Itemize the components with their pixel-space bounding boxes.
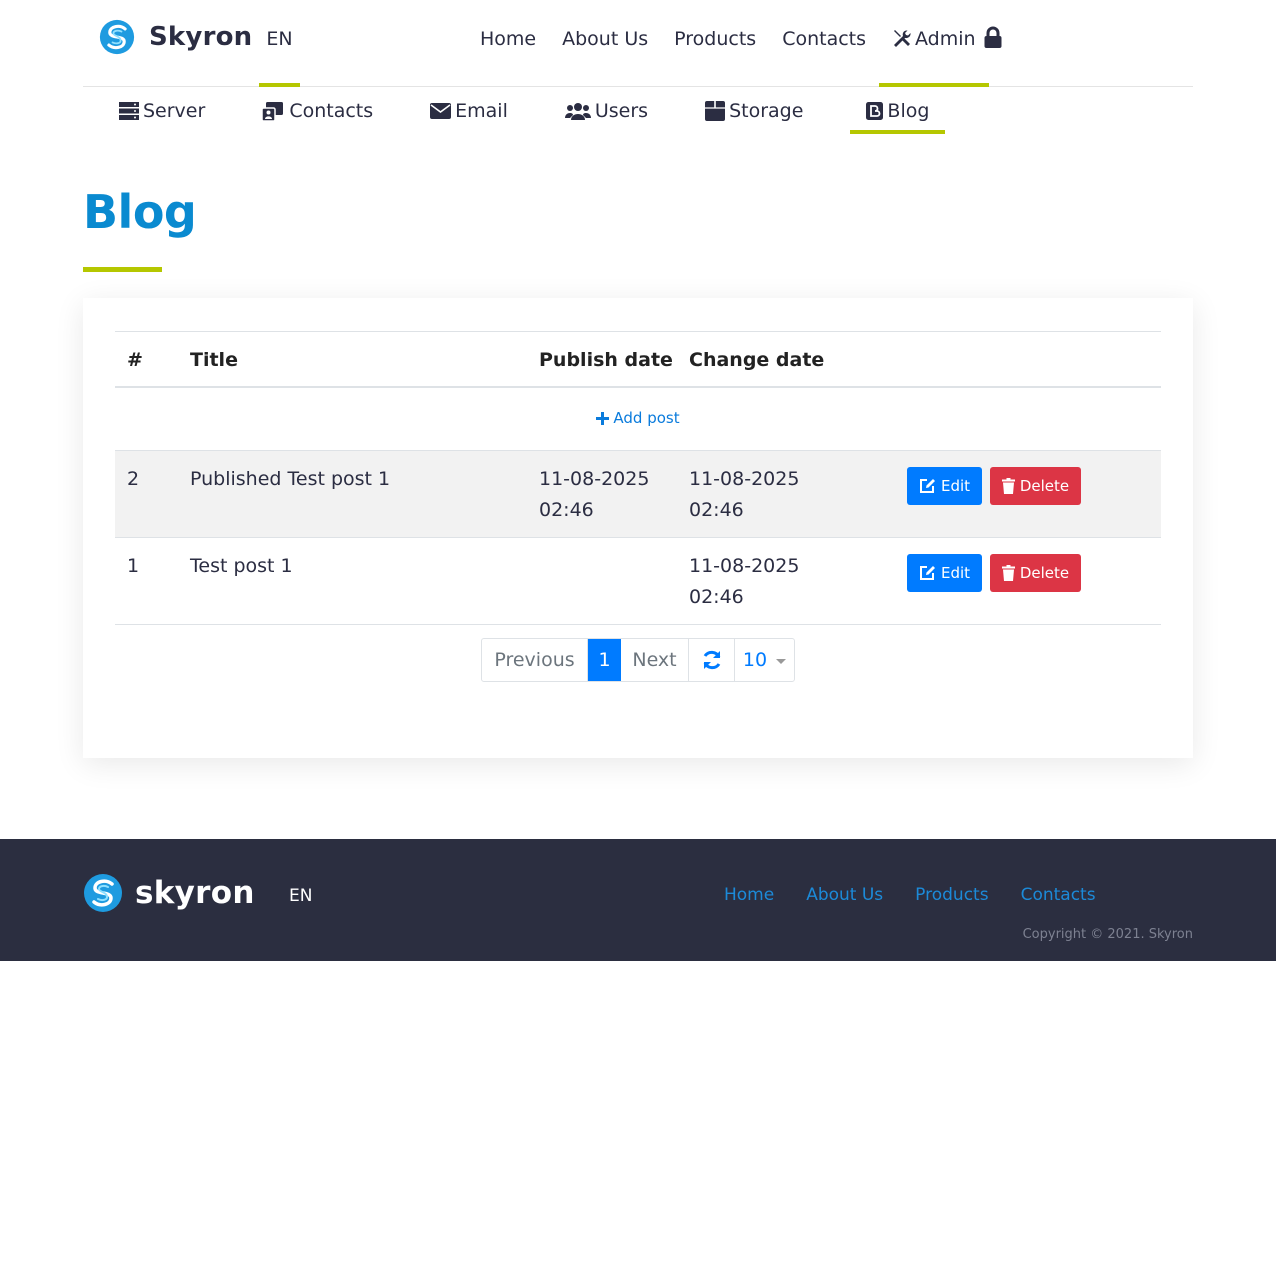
page-size-value: 10 [742,649,768,671]
caret-down-icon [776,659,787,664]
change-date-day: 11-08-2025 [689,555,800,577]
server-icon [119,102,139,120]
footer-logo[interactable]: skyron [83,873,255,913]
edit-button[interactable]: Edit [907,554,982,592]
subnav-email-label: Email [455,100,508,122]
page-size-select[interactable]: 10 [735,639,794,681]
edit-label: Edit [940,477,971,495]
subnav-contacts-label: Contacts [289,100,374,122]
subnav-users-label: Users [594,100,649,122]
row-change-date: 11-08-2025 02:46 [689,464,799,526]
blog-card: # Title Publish date Change date Add pos… [83,298,1193,758]
row-id: 2 [127,468,140,490]
brand-name: Skyron [149,22,253,52]
copyright: Copyright © 2021. Skyron [1022,927,1193,942]
nav-admin-label: Admin [915,28,976,50]
skyron-logo-icon [99,19,135,55]
pagination: Previous 1 Next 10 [481,638,795,682]
footer-nav-home[interactable]: Home [724,885,774,905]
footer-nav-about-us[interactable]: About Us [806,885,883,905]
edit-icon [919,566,935,580]
nav-about-us[interactable]: About Us [549,0,661,78]
blog-icon [866,102,884,120]
envelope-icon [430,103,452,119]
add-post-row: Add post [115,388,1161,451]
edit-button[interactable]: Edit [907,467,982,505]
edit-label: Edit [940,564,971,582]
edit-icon [919,479,935,493]
posts-table: # Title Publish date Change date Add pos… [115,331,1161,625]
add-post-button[interactable]: Add post [596,409,680,427]
users-icon [564,103,591,120]
next-page-button[interactable]: Next [621,639,689,681]
trash-icon [1001,478,1015,494]
table-header: # Title Publish date Change date [115,331,1161,388]
delete-label: Delete [1019,477,1070,495]
change-date-time: 02:46 [689,586,744,608]
brand-logo[interactable]: Skyron [99,19,252,55]
footer-language-switcher[interactable]: EN [289,886,312,906]
footer-brand-name: skyron [135,875,255,911]
title-underline [83,267,162,272]
nav-home[interactable]: Home [467,0,549,78]
subnav-blog-label: Blog [887,100,930,122]
subnav-contacts[interactable]: Contacts [226,88,394,134]
admin-subnav: Server Contacts Email Users Storage Blog [83,88,946,134]
footer-nav-contacts[interactable]: Contacts [1021,885,1096,905]
publish-date-day: 11-08-2025 [539,468,650,490]
row-publish-date: 11-08-2025 02:46 [539,464,649,526]
subnav-server[interactable]: Server [83,88,226,134]
table-row: 1 Test post 1 11-08-2025 02:46 Edit Delet… [115,538,1161,625]
trash-icon [1001,565,1015,581]
footer-nav: Home About Us Products Contacts [708,885,1112,905]
publish-date-time: 02:46 [539,499,594,521]
tools-icon [894,30,911,47]
page-title: Blog [83,185,197,239]
main-nav: Home About Us Products Contacts Admin [467,0,989,87]
skyron-logo-icon [84,874,122,912]
lock-icon[interactable] [983,26,1003,50]
row-title: Test post 1 [190,555,293,577]
subnav-users[interactable]: Users [529,88,669,134]
delete-button[interactable]: Delete [990,554,1081,592]
language-switcher[interactable]: EN [259,0,300,87]
delete-label: Delete [1019,564,1070,582]
subnav-server-label: Server [143,100,206,122]
previous-page-button[interactable]: Previous [482,639,588,681]
subnav-blog[interactable]: Blog [850,88,946,134]
footer-nav-products[interactable]: Products [915,885,988,905]
add-post-label: Add post [613,409,680,427]
col-header-change-date: Change date [689,349,825,371]
subnav-storage[interactable]: Storage [669,88,824,134]
nav-admin[interactable]: Admin [879,0,989,87]
row-id: 1 [127,555,140,577]
col-header-id: # [127,349,143,371]
row-title: Published Test post 1 [190,468,391,490]
footer: skyron EN Home About Us Products Contact… [0,839,1276,961]
refresh-button[interactable] [689,639,735,681]
archive-icon [705,101,726,121]
row-change-date: 11-08-2025 02:46 [689,551,799,613]
subnav-email[interactable]: Email [394,88,529,134]
nav-contacts[interactable]: Contacts [769,0,879,78]
col-header-publish-date: Publish date [539,349,673,371]
plus-icon [596,411,610,425]
change-date-day: 11-08-2025 [689,468,800,490]
subnav-storage-label: Storage [729,100,804,122]
col-header-title: Title [190,349,238,371]
nav-products[interactable]: Products [661,0,769,78]
delete-button[interactable]: Delete [990,467,1081,505]
table-row: 2 Published Test post 1 11-08-2025 02:46 … [115,451,1161,538]
current-page-button[interactable]: 1 [588,639,621,681]
top-navbar: Skyron EN Home About Us Products Contact… [83,0,1193,87]
contacts-icon [262,101,284,121]
refresh-icon [703,650,720,670]
change-date-time: 02:46 [689,499,744,521]
